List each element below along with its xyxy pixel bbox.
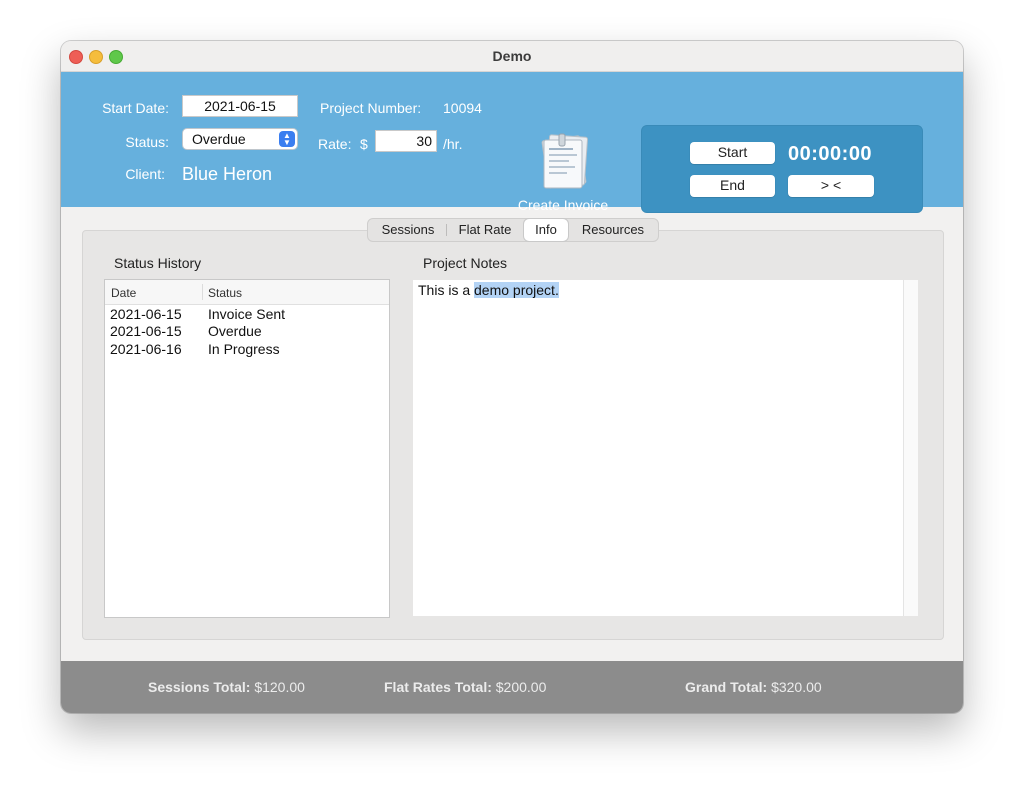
project-number-value: 10094 <box>443 100 482 116</box>
flat-rates-total: Flat Rates Total: $200.00 <box>384 679 546 695</box>
up-down-chevron-icon: ▲ ▼ <box>279 131 295 147</box>
tab-resources[interactable]: Resources <box>572 219 654 241</box>
row-date: 2021-06-16 <box>110 341 182 357</box>
project-number-label: Project Number: <box>320 100 422 116</box>
timer-panel: Start End 00:00:00 > < <box>641 125 923 213</box>
table-row[interactable]: 2021-06-15 Invoice Sent <box>105 306 389 323</box>
status-history-table[interactable]: Date Status 2021-06-15 Invoice Sent 2021… <box>104 279 390 618</box>
row-status: Overdue <box>208 323 262 339</box>
tab-flat-rate[interactable]: Flat Rate <box>448 219 522 241</box>
rate-field[interactable]: 30 <box>375 130 437 152</box>
project-notes-title: Project Notes <box>423 255 508 271</box>
row-date: 2021-06-15 <box>110 323 182 339</box>
status-label: Status: <box>125 134 169 150</box>
start-date-field[interactable]: 2021-06-15 <box>182 95 298 117</box>
project-notes-text: This is a demo project. <box>418 282 559 298</box>
grand-total-label: Grand Total: <box>685 679 768 695</box>
notes-scrollbar[interactable] <box>903 280 918 616</box>
project-header: Start Date: 2021-06-15 Status: Overdue ▲… <box>61 72 963 213</box>
client-label: Client: <box>125 166 165 182</box>
column-header-date[interactable]: Date <box>111 286 136 300</box>
row-status: In Progress <box>208 341 280 357</box>
tab-sessions[interactable]: Sessions <box>372 219 444 241</box>
documents-icon <box>541 133 588 189</box>
sessions-total: Sessions Total: $120.00 <box>148 679 305 695</box>
status-popup[interactable]: Overdue ▲ ▼ <box>182 128 298 150</box>
title-bar: Demo <box>61 41 963 72</box>
rate-unit: /hr. <box>443 136 463 152</box>
create-invoice-label: Create Invoice <box>517 197 609 213</box>
app-window: Demo Start Date: 2021-06-15 Status: Over… <box>61 41 963 713</box>
flat-rates-total-label: Flat Rates Total: <box>384 679 492 695</box>
tab-divider <box>446 224 447 236</box>
tab-bar: Sessions Flat Rate Info Resources <box>367 218 659 242</box>
row-status: Invoice Sent <box>208 306 286 322</box>
table-row[interactable]: 2021-06-15 Overdue <box>105 323 389 340</box>
grand-total-value: $320.00 <box>771 679 822 695</box>
column-header-status[interactable]: Status <box>208 286 242 300</box>
timer-start-button[interactable]: Start <box>690 142 775 164</box>
client-name: Blue Heron <box>182 164 273 184</box>
status-history-title: Status History <box>114 255 202 271</box>
table-header: Date Status <box>105 280 389 305</box>
timer-collapse-button[interactable]: > < <box>788 175 874 197</box>
create-invoice-button[interactable]: Create Invoice <box>511 132 615 218</box>
flat-rates-total-value: $200.00 <box>495 679 547 695</box>
row-date: 2021-06-15 <box>110 306 182 322</box>
sessions-total-label: Sessions Total: <box>148 679 251 695</box>
column-divider <box>202 284 203 300</box>
rate-currency: $ <box>360 136 368 152</box>
totals-footer: Sessions Total: $120.00 Flat Rates Total… <box>61 661 963 713</box>
timer-display: 00:00:00 <box>788 143 873 165</box>
tab-info[interactable]: Info <box>524 219 568 241</box>
start-date-label: Start Date: <box>102 100 169 116</box>
sessions-total-value: $120.00 <box>254 679 305 695</box>
grand-total: Grand Total: $320.00 <box>685 679 822 695</box>
notes-selected-text: demo project. <box>474 282 559 298</box>
notes-plain-text: This is a <box>418 282 475 298</box>
timer-end-button[interactable]: End <box>690 175 775 197</box>
window-title: Demo <box>492 48 532 64</box>
status-popup-value: Overdue <box>192 131 246 147</box>
table-row[interactable]: 2021-06-16 In Progress <box>105 341 389 358</box>
project-notes-textarea[interactable]: This is a demo project. <box>413 280 918 616</box>
rate-label: Rate: <box>318 136 352 152</box>
